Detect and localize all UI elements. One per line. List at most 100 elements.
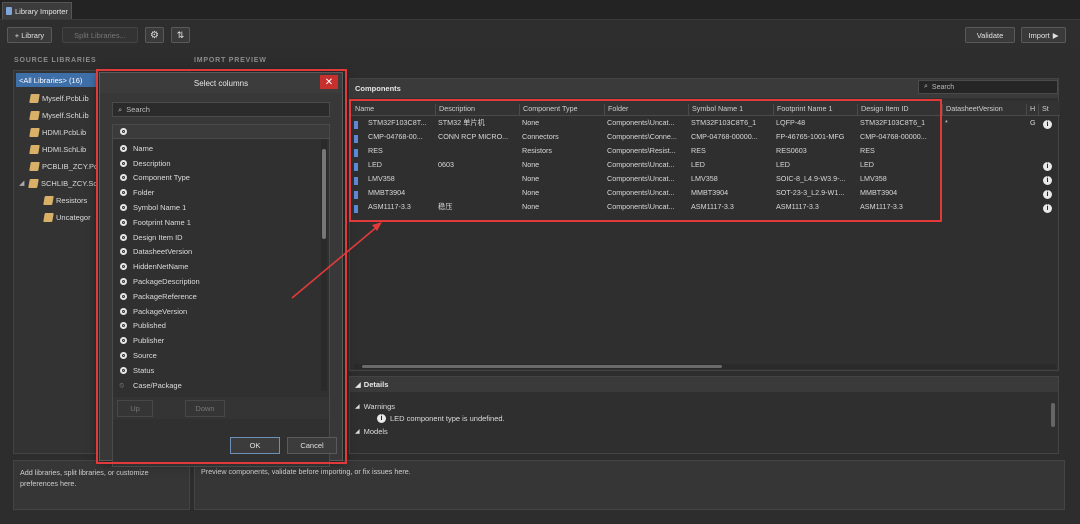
warning-item[interactable]: i LED component type is undefined. (377, 414, 505, 423)
column-header[interactable]: DatasheetVersion (943, 104, 1027, 116)
eye-icon[interactable] (113, 292, 133, 300)
eye-icon[interactable] (113, 322, 133, 330)
import-button[interactable]: Import ▶ (1021, 27, 1066, 43)
eye-icon[interactable] (113, 159, 133, 167)
eye-icon[interactable] (113, 307, 133, 315)
models-group[interactable]: ◢ Models (355, 427, 388, 436)
columns-search-input[interactable]: ⌕ Search (112, 102, 330, 117)
column-header[interactable]: Footprint Name 1 (774, 104, 858, 116)
tree-item-hdmi-pcblib[interactable]: HDMI.PcbLib (29, 125, 86, 139)
down-button[interactable]: Down (185, 400, 225, 417)
collapse-icon[interactable]: ◢ (19, 179, 26, 187)
settings-button[interactable]: ⚙ (145, 27, 164, 43)
column-header[interactable]: Symbol Name 1 (689, 104, 774, 116)
column-item-hidden-net-name[interactable]: HiddenNetName (113, 259, 319, 274)
scrollbar-thumb[interactable] (322, 149, 326, 239)
table-row[interactable]: LED 0603 None Components\Uncat... LED LE… (350, 160, 1060, 174)
column-item-package-description[interactable]: PackageDescription (113, 274, 319, 289)
info-icon[interactable]: i (1043, 162, 1052, 171)
eye-icon[interactable] (113, 366, 133, 374)
column-header[interactable]: H (1027, 104, 1039, 116)
ok-button[interactable]: OK (230, 437, 280, 454)
column-header[interactable]: Design Item ID (858, 104, 943, 116)
add-library-button[interactable]: + Library (7, 27, 52, 43)
column-item-package-reference[interactable]: PackageReference (113, 289, 319, 304)
warnings-group[interactable]: ◢ Warnings (355, 402, 395, 411)
column-item-case-package[interactable]: ⦸ Case/Package (113, 378, 319, 393)
eye-icon[interactable] (113, 337, 133, 345)
details-scrollbar[interactable] (1051, 403, 1055, 427)
column-header[interactable]: Folder (605, 104, 689, 116)
column-item-package-version[interactable]: PackageVersion (113, 304, 319, 319)
table-row[interactable]: LMV358 None Components\Uncat... LMV358 S… (350, 174, 1060, 188)
sort-button[interactable]: ⇅ (171, 27, 190, 43)
column-item-label: PackageReference (133, 291, 197, 301)
eye-icon[interactable] (113, 218, 133, 226)
table-row[interactable]: ASM1117-3.3 稳压 None Components\Uncat... … (350, 202, 1060, 216)
tree-item-schlib-zcy[interactable]: ◢ SCHLIB_ZCY.Sc (19, 176, 97, 190)
column-header[interactable]: St (1039, 104, 1058, 116)
tab-library-importer[interactable]: Library Importer (2, 2, 72, 19)
up-button[interactable]: Up (117, 400, 153, 417)
columns-scrollbar[interactable] (321, 139, 327, 391)
warning-text: LED component type is undefined. (390, 414, 505, 423)
tree-item-resistors[interactable]: Resistors (43, 193, 87, 207)
eye-icon[interactable] (113, 144, 133, 152)
details-header[interactable]: ◢ Details (350, 377, 1058, 392)
column-item-status[interactable]: Status (113, 363, 319, 378)
tree-item-pcblib-zcy[interactable]: PCBLIB_ZCY.Pc (29, 159, 98, 173)
info-icon[interactable]: i (1043, 190, 1052, 199)
column-header[interactable]: Component Type (520, 104, 605, 116)
tree-item-label: PCBLIB_ZCY.Pc (42, 161, 98, 171)
column-item-description[interactable]: Description (113, 156, 319, 171)
tree-item-all-libraries[interactable]: <All Libraries> (16) (16, 73, 98, 87)
collapse-icon[interactable]: ◢ (355, 380, 361, 389)
column-item-footprint-name[interactable]: Footprint Name 1 (113, 215, 319, 230)
table-row[interactable]: STM32F103C8T... STM32 单片机 None Component… (350, 118, 1060, 132)
eye-icon[interactable] (113, 204, 133, 212)
scrollbar-thumb[interactable] (362, 365, 722, 368)
column-header[interactable]: Name (352, 104, 436, 116)
tree-item-myself-pcblib[interactable]: Myself.PcbLib (29, 91, 89, 105)
column-item-publisher[interactable]: Publisher (113, 333, 319, 348)
tree-item-hdmi-schlib[interactable]: HDMI.SchLib (29, 142, 86, 156)
column-item-name[interactable]: Name (113, 141, 319, 156)
column-item-label: DatasheetVersion (133, 247, 193, 257)
column-item-design-item-id[interactable]: Design Item ID (113, 230, 319, 245)
column-item-component-type[interactable]: Component Type (113, 171, 319, 186)
column-item-source[interactable]: Source (113, 348, 319, 363)
cell-footprint: SOT-23-3_L2.9-W1... (776, 188, 845, 197)
eye-icon[interactable] (113, 352, 133, 360)
source-libraries-hint: Add libraries, split libraries, or custo… (13, 460, 190, 510)
components-search-input[interactable]: ⌕ Search (918, 80, 1058, 94)
column-header[interactable]: Description (436, 104, 520, 116)
table-row[interactable]: MMBT3904 None Components\Uncat... MMBT39… (350, 188, 1060, 202)
tree-item-myself-schlib[interactable]: Myself.SchLib (29, 108, 89, 122)
column-item-folder[interactable]: Folder (113, 185, 319, 200)
validate-button[interactable]: Validate (965, 27, 1015, 43)
info-icon[interactable]: i (1043, 120, 1052, 129)
tree-item-uncategorized[interactable]: Uncategor (43, 210, 91, 224)
collapse-icon[interactable]: ◢ (355, 403, 360, 410)
cancel-button[interactable]: Cancel (287, 437, 337, 454)
column-item-datasheet-version[interactable]: DatasheetVersion (113, 245, 319, 260)
table-row[interactable]: CMP-04768-00... CONN RCP MICRO... Connec… (350, 132, 1060, 146)
split-libraries-button[interactable]: Split Libraries... (62, 27, 138, 43)
close-button[interactable]: ✕ (320, 75, 338, 89)
visibility-header-icon[interactable] (113, 128, 133, 135)
collapse-icon[interactable]: ◢ (355, 428, 360, 435)
eye-icon[interactable] (113, 263, 133, 271)
info-icon[interactable]: i (1043, 204, 1052, 213)
eye-icon[interactable] (113, 278, 133, 286)
info-icon[interactable]: i (1043, 176, 1052, 185)
eye-icon[interactable] (113, 189, 133, 197)
cell-folder: Components\Uncat... (607, 188, 675, 197)
eye-icon[interactable] (113, 248, 133, 256)
table-row[interactable]: RES Resistors Components\Resist... RES R… (350, 146, 1060, 160)
column-item-published[interactable]: Published (113, 319, 319, 334)
eye-hidden-icon[interactable]: ⦸ (113, 382, 133, 389)
column-item-symbol-name[interactable]: Symbol Name 1 (113, 200, 319, 215)
horizontal-scrollbar[interactable] (354, 364, 1056, 369)
eye-icon[interactable] (113, 174, 133, 182)
eye-icon[interactable] (113, 233, 133, 241)
